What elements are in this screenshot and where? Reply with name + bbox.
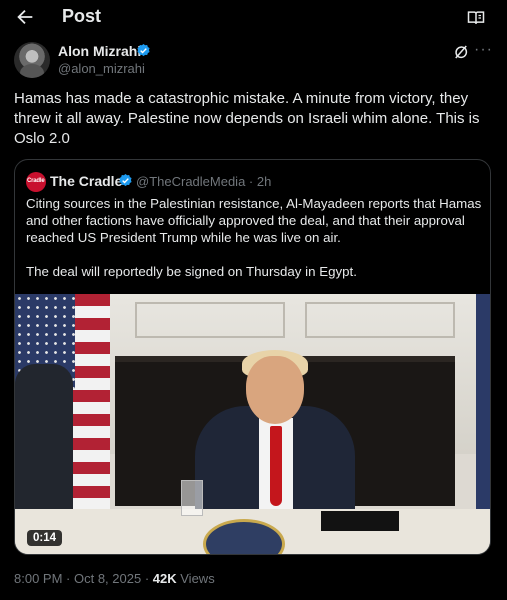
post-header: Post xyxy=(0,0,507,36)
video-duration-badge: 0:14 xyxy=(27,530,63,546)
wall-panel xyxy=(135,302,285,338)
speaker-face xyxy=(246,356,304,424)
grok-icon[interactable] xyxy=(452,43,470,61)
book-open-icon[interactable] xyxy=(466,8,486,28)
author-name[interactable]: Alon Mizrahi xyxy=(58,43,141,59)
quoted-post[interactable]: Cradle The Cradle @TheCradleMedia · 2h C… xyxy=(14,159,491,555)
author-avatar[interactable] xyxy=(14,42,50,78)
dot-separator: · xyxy=(245,174,257,189)
flag-right xyxy=(476,294,490,524)
folder xyxy=(321,511,399,531)
quoted-paragraph: Citing sources in the Palestinian resist… xyxy=(26,196,482,245)
dot-separator: · xyxy=(62,571,74,586)
quoted-author-avatar[interactable]: Cradle xyxy=(26,172,46,192)
more-options-icon[interactable]: ··· xyxy=(474,41,492,59)
speaker-tie xyxy=(270,426,282,506)
views-count: 42K xyxy=(152,571,177,586)
arrow-left-icon[interactable] xyxy=(14,6,36,28)
page-title: Post xyxy=(62,6,102,26)
post-time[interactable]: 8:00 PM xyxy=(14,571,62,586)
quoted-post-age: 2h xyxy=(256,174,272,189)
dot-separator: · xyxy=(141,571,153,586)
author-handle[interactable]: @alon_mizrahi xyxy=(58,61,145,76)
views-label: Views xyxy=(180,571,215,586)
verified-badge-icon xyxy=(137,43,150,57)
quoted-paragraph: The deal will reportedly be signed on Th… xyxy=(26,264,357,279)
quoted-avatar-logo: Cradle xyxy=(27,178,45,184)
video-player[interactable]: 0:14 xyxy=(15,294,490,554)
post-text: Hamas has made a catastrophic mistake. A… xyxy=(14,90,480,147)
post-date[interactable]: Oct 8, 2025 xyxy=(74,571,141,586)
quoted-author-meta[interactable]: @TheCradleMedia · 2h xyxy=(136,174,271,189)
quoted-author-name[interactable]: The Cradle xyxy=(50,173,122,189)
wall-panel xyxy=(305,302,455,338)
post-meta: 8:00 PM · Oct 8, 2025 · 42K Views xyxy=(14,571,215,586)
quoted-post-text: Citing sources in the Palestinian resist… xyxy=(26,195,486,297)
quoted-author-handle[interactable]: @TheCradleMedia xyxy=(136,174,245,189)
person-left xyxy=(15,364,73,514)
water-glass xyxy=(181,480,203,516)
verified-badge-icon xyxy=(119,173,132,187)
